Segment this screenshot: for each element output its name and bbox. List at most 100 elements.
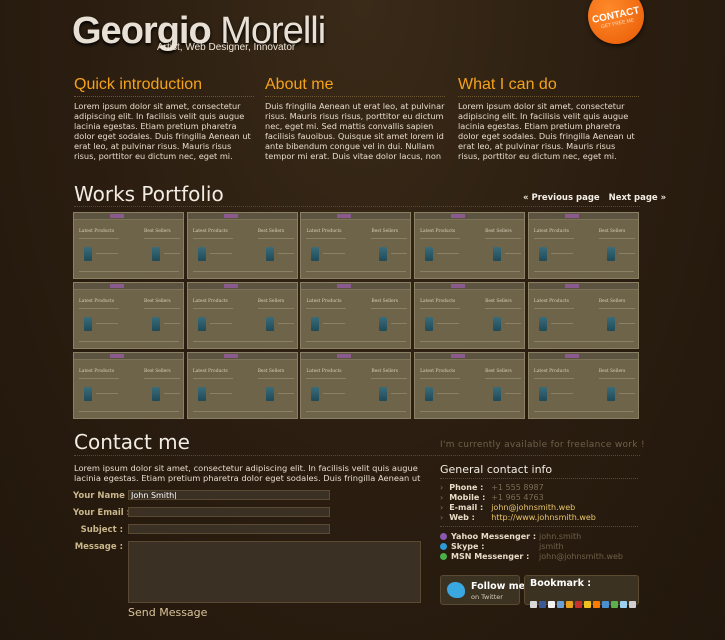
email-row: › E-mail : john@johnsmith.web [440,503,575,512]
portfolio-thumbnail[interactable]: Latest Products Best Sellers [73,282,184,349]
portfolio-thumbnail[interactable]: Latest Products Best Sellers [527,212,639,279]
bookmark-email-icon[interactable] [629,601,636,608]
thumb-nav-bar [301,283,411,290]
thumb-line [192,308,233,309]
product-bottle-icon [152,247,160,261]
phone-label: Phone : [449,483,484,492]
portfolio-thumbnail[interactable]: Latest Products Best Sellers [527,282,639,349]
bullet-arrow-icon: › [440,513,444,522]
product-bottle-icon [152,387,160,401]
web-link[interactable]: http://www.johnsmith.web [491,513,596,522]
thumb-heading-left: Latest Products [420,369,456,374]
bookmark-technorati-icon[interactable] [611,601,618,608]
bullet-arrow-icon: › [440,493,444,502]
message-textarea[interactable] [128,541,421,603]
product-bottle-icon [84,247,92,261]
twitter-bird-icon [447,582,465,598]
next-page-link[interactable]: Next page » [609,193,667,203]
bookmark-facebook-icon[interactable] [539,601,546,608]
product-bottle-icon [84,387,92,401]
thumb-heading-right: Best Sellers [371,299,398,304]
intro-title: Quick introduction [74,76,254,97]
name-label: Your Name : [73,491,132,501]
thumb-tag [564,284,579,288]
email-link[interactable]: john@johnsmith.web [491,503,575,512]
msn-value: john@johnsmith.web [539,552,623,561]
thumb-line [598,308,635,309]
about-title: About me [265,76,445,97]
thumb-line [257,378,294,379]
thumb-heading-right: Best Sellers [257,229,285,234]
thumb-heading-right: Best Sellers [144,229,171,234]
bookmark-delicious-icon[interactable] [548,601,555,608]
bookmark-x-icon[interactable] [530,601,537,608]
thumb-line [96,253,118,254]
bookmark-google-icon[interactable] [602,601,609,608]
thumb-heading-left: Latest Products [192,229,228,234]
product-bottle-icon [265,317,274,331]
thumb-line [209,323,232,324]
yahoo-label: Yahoo Messenger : [451,532,537,541]
portfolio-thumbnail[interactable]: Latest Products Best Sellers [414,282,526,349]
product-bottle-icon [538,317,547,331]
thumb-nav-bar [301,353,411,360]
skype-icon [440,543,447,550]
portfolio-thumbnail[interactable]: Latest Products Best Sellers [186,282,298,349]
skype-row: Skype : jsmith [440,542,564,551]
thumb-tag [223,354,238,358]
follow-twitter-button[interactable]: Follow me on Twitter [440,575,525,605]
name-input[interactable] [128,490,330,500]
product-bottle-icon [606,317,615,331]
thumb-tag [223,284,238,288]
thumb-line [371,308,408,309]
thumb-line [598,378,635,379]
bookmark-stumble-icon[interactable] [566,601,573,608]
thumb-heading-right: Best Sellers [598,299,626,304]
thumb-line [323,323,346,324]
portfolio-thumbnail[interactable]: Latest Products Best Sellers [414,212,526,279]
thumb-tag [110,214,124,218]
bookmark-reddit-icon[interactable] [575,601,582,608]
thumb-nav-bar [528,353,638,360]
product-bottle-icon [538,387,547,401]
contact-badge[interactable]: CONTACT GET FREE ME [582,0,650,50]
thumb-nav-bar [187,353,297,360]
thumb-line [192,378,233,379]
email-input[interactable] [128,507,330,517]
follow-label: Follow me [471,581,526,592]
portfolio-thumbnail[interactable]: Latest Products Best Sellers [186,212,298,279]
bookmark-star-icon[interactable] [584,601,591,608]
portfolio-thumbnail[interactable]: Latest Products Best Sellers [527,352,639,419]
thumb-line [306,271,407,272]
previous-page-link[interactable]: « Previous page [523,193,600,203]
contact-title: Contact me [74,430,190,454]
portfolio-thumbnail[interactable]: Latest Products Best Sellers [300,352,412,419]
portfolio-thumbnail[interactable]: Latest Products Best Sellers [300,212,412,279]
skills-text: Lorem ipsum dolor sit amet, consectetur … [458,101,635,161]
portfolio-thumbnail[interactable]: Latest Products Best Sellers [300,282,412,349]
portfolio-thumbnail[interactable]: Latest Products Best Sellers [73,212,184,279]
subject-input[interactable] [128,524,330,534]
thumb-line [144,378,180,379]
send-message-button[interactable]: Send Message [128,606,207,619]
portfolio-thumbnail[interactable]: Latest Products Best Sellers [186,352,298,419]
thumb-line [79,271,179,272]
thumb-tag [451,284,466,288]
follow-sub-label: on Twitter [471,593,503,601]
bookmark-twitter-icon[interactable] [620,601,627,608]
product-bottle-icon [606,387,615,401]
portfolio-thumbnail[interactable]: Latest Products Best Sellers [73,352,184,419]
portfolio-thumbnail[interactable]: Latest Products Best Sellers [414,352,526,419]
bookmark-digg-icon[interactable] [557,601,564,608]
thumb-line [277,323,294,324]
thumb-heading-right: Best Sellers [144,369,171,374]
thumb-line [533,341,634,342]
thumb-line [192,341,293,342]
bookmark-rss-icon[interactable] [593,601,600,608]
thumb-line [306,238,347,239]
thumb-line [618,393,635,394]
thumb-heading-right: Best Sellers [257,299,285,304]
thumb-line [306,378,347,379]
product-bottle-icon [425,387,434,401]
bookmark-label: Bookmark : [530,578,592,589]
